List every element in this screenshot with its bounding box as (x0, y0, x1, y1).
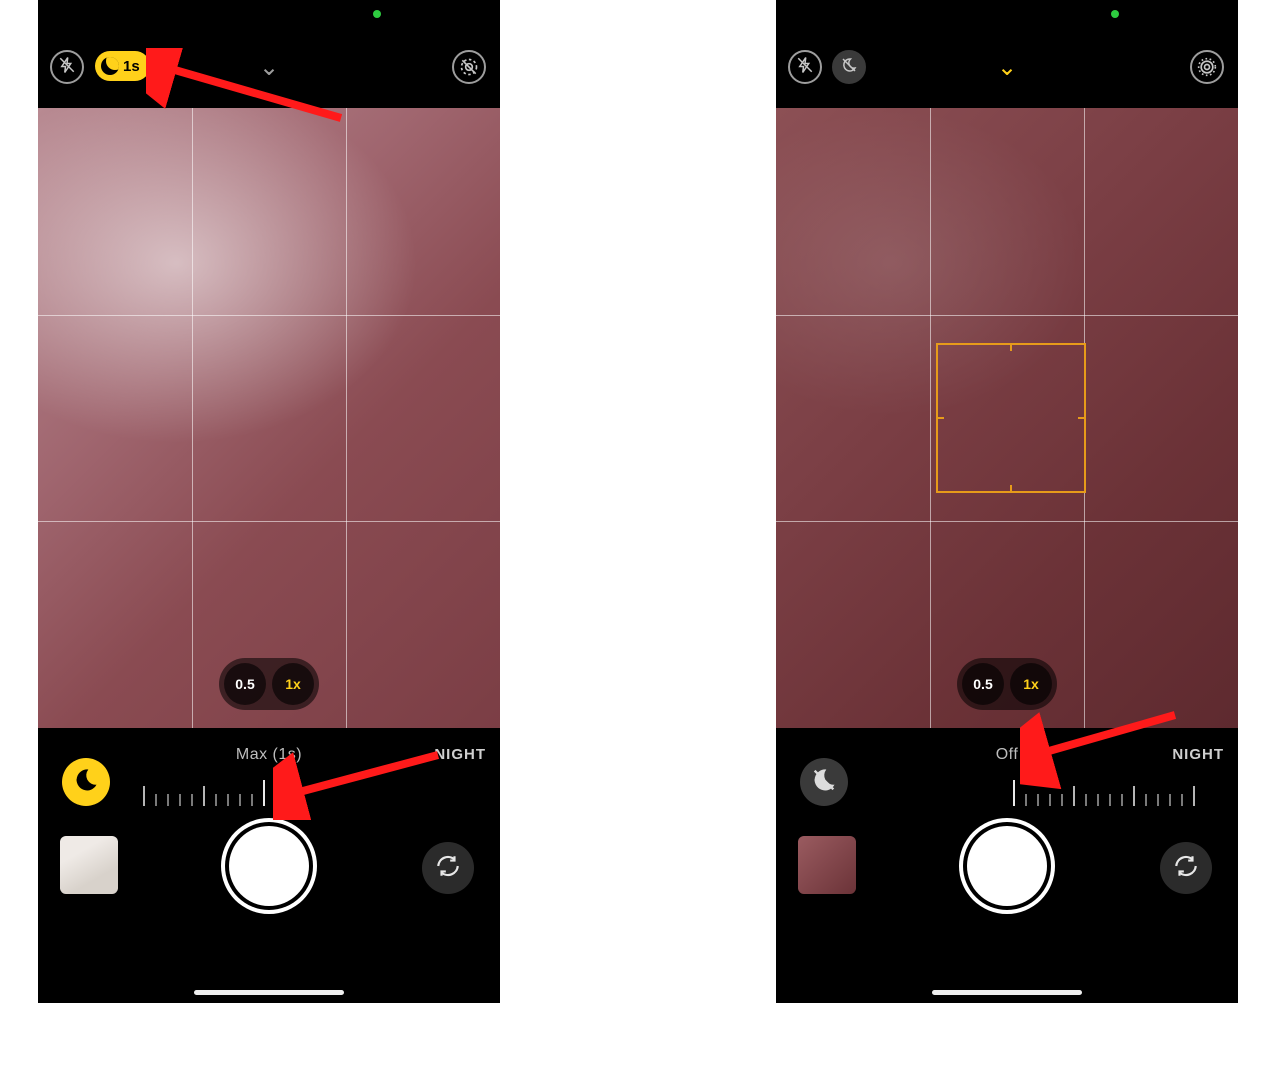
mode-bar: Max (1s) NIGHT (38, 728, 500, 808)
night-mode-toggle[interactable] (800, 758, 848, 806)
switch-camera-icon (1173, 853, 1199, 884)
live-photo-icon (1197, 57, 1217, 77)
night-mode-icon (72, 766, 100, 799)
grid-line (930, 108, 931, 728)
mode-bar: Off NIGHT (776, 728, 1238, 808)
shutter-button[interactable] (967, 826, 1047, 906)
chevron-down-icon: ⌄ (997, 54, 1017, 81)
flash-off-button[interactable] (788, 50, 822, 84)
moon-icon (101, 57, 119, 75)
home-indicator[interactable] (932, 990, 1082, 995)
flash-off-icon (796, 56, 814, 79)
camera-active-indicator (1111, 10, 1119, 18)
switch-camera-icon (435, 853, 461, 884)
night-mode-slider[interactable] (1008, 776, 1238, 806)
camera-mode-label[interactable]: NIGHT (1172, 746, 1224, 763)
grid-line (38, 315, 500, 316)
zoom-tray: 0.5 1x (219, 658, 319, 710)
night-mode-duration-badge[interactable]: 1s (95, 51, 150, 81)
top-toolbar-right: ⌄ (776, 38, 1238, 88)
photo-thumbnail[interactable] (60, 836, 118, 894)
grid-line (776, 521, 1238, 522)
grid-line (38, 521, 500, 522)
comparison-stage: 1s ⌄ 0.5 (38, 0, 1242, 1003)
camera-mode-label[interactable]: NIGHT (434, 746, 486, 763)
top-toolbar-left: 1s ⌄ (38, 38, 500, 88)
controls-chevron[interactable]: ⌄ (259, 56, 279, 80)
flash-off-icon (58, 56, 76, 79)
zoom-wide-label: 0.5 (973, 676, 992, 692)
switch-camera-button[interactable] (422, 842, 474, 894)
night-mode-off-icon (840, 56, 858, 79)
phone-left: 1s ⌄ 0.5 (38, 0, 500, 1003)
zoom-wide-label: 0.5 (235, 676, 254, 692)
night-mode-slider[interactable] (138, 776, 398, 806)
grid-line (346, 108, 347, 728)
night-mode-off-button[interactable] (832, 50, 866, 84)
night-mode-status: Max (1s) (236, 746, 302, 764)
photo-thumbnail[interactable] (798, 836, 856, 894)
zoom-main-label: 1x (285, 676, 301, 692)
live-photo-off-button[interactable] (452, 50, 486, 84)
zoom-main-label: 1x (1023, 676, 1039, 692)
focus-indicator[interactable] (936, 343, 1086, 493)
zoom-main-button[interactable]: 1x (1010, 663, 1052, 705)
flash-off-button[interactable] (50, 50, 84, 84)
zoom-wide-button[interactable]: 0.5 (224, 663, 266, 705)
zoom-tray: 0.5 1x (957, 658, 1057, 710)
night-mode-toggle[interactable] (62, 758, 110, 806)
bottom-controls (38, 808, 500, 948)
viewfinder-background (38, 108, 500, 728)
night-mode-icon (810, 766, 838, 799)
chevron-down-icon: ⌄ (259, 54, 279, 81)
live-photo-button[interactable] (1190, 50, 1224, 84)
viewfinder-left[interactable]: 0.5 1x (38, 108, 500, 728)
live-photo-off-icon (459, 57, 479, 77)
grid-line (192, 108, 193, 728)
viewfinder-right[interactable]: 0.5 1x (776, 108, 1238, 728)
bottom-controls (776, 808, 1238, 948)
camera-active-indicator (373, 10, 381, 18)
night-mode-duration: 1s (123, 58, 140, 75)
zoom-main-button[interactable]: 1x (272, 663, 314, 705)
phone-right: ⌄ 0.5 (776, 0, 1238, 1003)
shutter-button[interactable] (229, 826, 309, 906)
controls-chevron[interactable]: ⌄ (997, 56, 1017, 80)
grid-line (776, 315, 1238, 316)
night-mode-status: Off (996, 746, 1019, 764)
zoom-wide-button[interactable]: 0.5 (962, 663, 1004, 705)
home-indicator[interactable] (194, 990, 344, 995)
switch-camera-button[interactable] (1160, 842, 1212, 894)
